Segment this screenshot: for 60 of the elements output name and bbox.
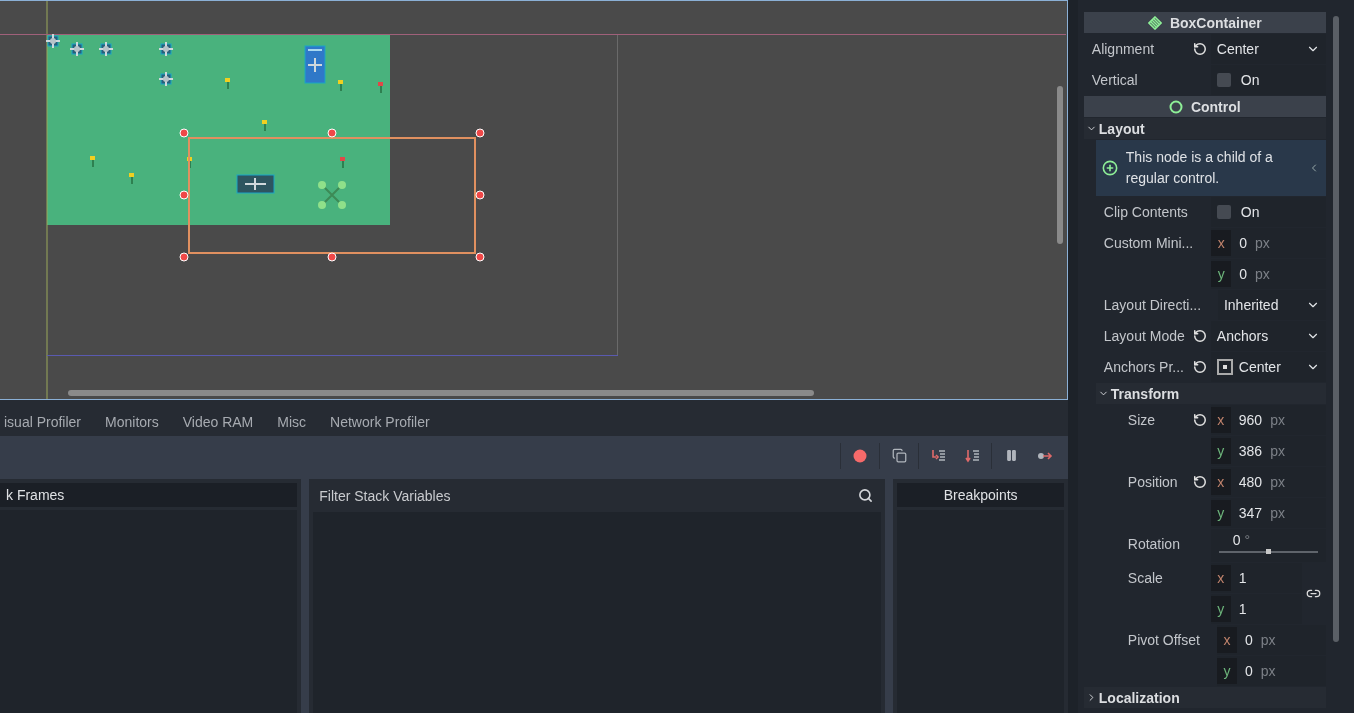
chest-sprite: [236, 174, 275, 194]
revert-icon: [1192, 42, 1207, 56]
door-sprite: [304, 45, 326, 84]
circle-icon: [1168, 99, 1183, 114]
panel-tab[interactable]: Misc: [265, 410, 319, 434]
plus-circle-icon: [1101, 160, 1118, 176]
section-title: BoxContainer: [1169, 14, 1262, 31]
scrollbar[interactable]: [1057, 86, 1063, 244]
sprite-icon: [45, 33, 61, 49]
record-icon: [853, 448, 867, 463]
info-text: This node is a child of a regular control.: [1125, 148, 1274, 188]
sprite-icon: [158, 41, 174, 57]
group-header[interactable]: Layout: [1083, 118, 1326, 139]
panel-tab[interactable]: Network Profiler: [318, 410, 442, 434]
search-icon: [858, 488, 874, 503]
flower-icon: [340, 157, 345, 168]
flower-icon: [338, 80, 343, 91]
property-label: Custom Mini...: [1102, 234, 1194, 251]
panel-title: k Frames: [0, 483, 298, 507]
revert-icon: [1192, 329, 1207, 343]
revert-icon: [1192, 475, 1207, 489]
selection-frame[interactable]: [179, 128, 485, 262]
property-label: Position: [1126, 473, 1179, 490]
sprite-icon: [69, 41, 85, 57]
group-header[interactable]: Transform: [1095, 383, 1326, 404]
copy-icon: [891, 448, 907, 463]
continue-icon: [1037, 450, 1053, 461]
container-icon: [1147, 15, 1162, 30]
revert-icon: [1192, 413, 1207, 427]
flower-icon: [378, 82, 383, 93]
flower-icon: [225, 78, 230, 89]
property-label: Clip Contents: [1102, 203, 1189, 220]
flower-icon: [90, 156, 95, 167]
step-into-icon: [930, 447, 946, 464]
panel-title: Breakpoints: [897, 483, 1064, 507]
revert-icon: [1192, 360, 1207, 374]
sprite-icon: [98, 41, 114, 57]
sprite-icon: [158, 71, 174, 87]
scrollbar[interactable]: [1332, 16, 1339, 642]
property-label: Pivot Offset: [1126, 631, 1200, 648]
property-label: Layout Directi...: [1102, 296, 1202, 313]
panel-tab[interactable]: isual Profiler: [0, 410, 94, 434]
property-label: Rotation: [1126, 535, 1181, 552]
panel-tab[interactable]: Video RAM: [170, 410, 266, 434]
plant-sprite: [318, 181, 346, 209]
group-header[interactable]: Localization: [1083, 687, 1326, 708]
property-label: Vertical: [1090, 71, 1139, 88]
flower-icon: [187, 157, 192, 168]
scrollbar[interactable]: [68, 390, 814, 396]
property-label: Size: [1126, 411, 1157, 428]
panel-tab[interactable]: Monitors: [93, 410, 171, 434]
section-title: Control: [1190, 98, 1241, 115]
flower-icon: [129, 173, 134, 184]
property-label: Alignment: [1090, 40, 1156, 57]
property-label: Anchors Pr...: [1102, 358, 1185, 375]
property-label: Scale: [1126, 569, 1164, 586]
step-over-icon: [964, 447, 980, 464]
flower-icon: [262, 120, 267, 131]
property-label: Layout Mode: [1102, 327, 1186, 344]
pause-icon: [1004, 449, 1018, 462]
